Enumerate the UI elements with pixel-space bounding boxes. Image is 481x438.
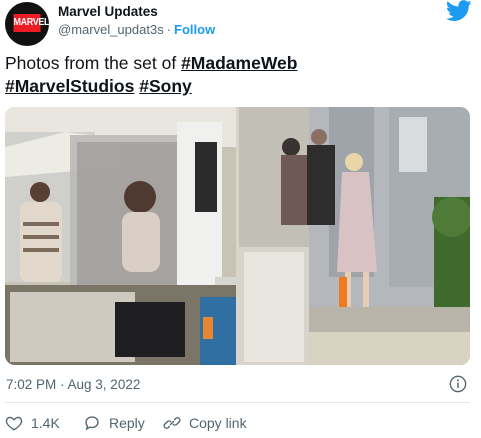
link-icon [163,417,181,429]
author-handle-line: @marvel_updat3s · Follow [58,22,215,37]
like-count: 1.4K [31,415,60,431]
tweet-embed-card: MARVEL Marvel Updates @marvel_updat3s · Fo… [0,0,481,438]
twitter-bird-icon[interactable] [446,0,472,22]
heart-icon [5,416,23,431]
set-photo-right-image [239,107,470,365]
tweet-text: Photos from the set of #MadameWeb #Marve… [5,52,465,98]
author-handle[interactable]: @marvel_updat3s [58,22,164,37]
photo-right[interactable] [239,107,470,365]
marvel-logo: MARVEL [13,14,49,32]
author-display-name[interactable]: Marvel Updates [58,4,158,19]
like-button[interactable]: 1.4K [5,413,60,433]
set-photo-left-image [5,107,236,365]
tweet-actions: 1.4K Reply Copy link [5,413,465,433]
tweet-text-lead: Photos from the set of [5,53,182,73]
media-grid [5,107,470,365]
separator-dot: · [166,22,172,37]
avatar[interactable]: MARVEL [5,2,49,46]
tweet-timestamp[interactable]: 7:02 PM · Aug 3, 2022 [6,377,140,392]
reply-label: Reply [109,415,145,431]
info-icon[interactable] [449,375,467,393]
hashtag-marvelstudios[interactable]: #MarvelStudios [5,76,134,96]
photo-left[interactable] [5,107,236,365]
hashtag-sony[interactable]: #Sony [139,76,192,96]
reply-button[interactable]: Reply [83,413,145,433]
copy-link-button[interactable]: Copy link [163,413,247,433]
hashtag-madameweb[interactable]: #MadameWeb [181,53,297,73]
divider [5,402,470,403]
copy-link-label: Copy link [189,415,247,431]
reply-bubble-icon [85,416,99,431]
follow-button[interactable]: Follow [174,22,215,37]
